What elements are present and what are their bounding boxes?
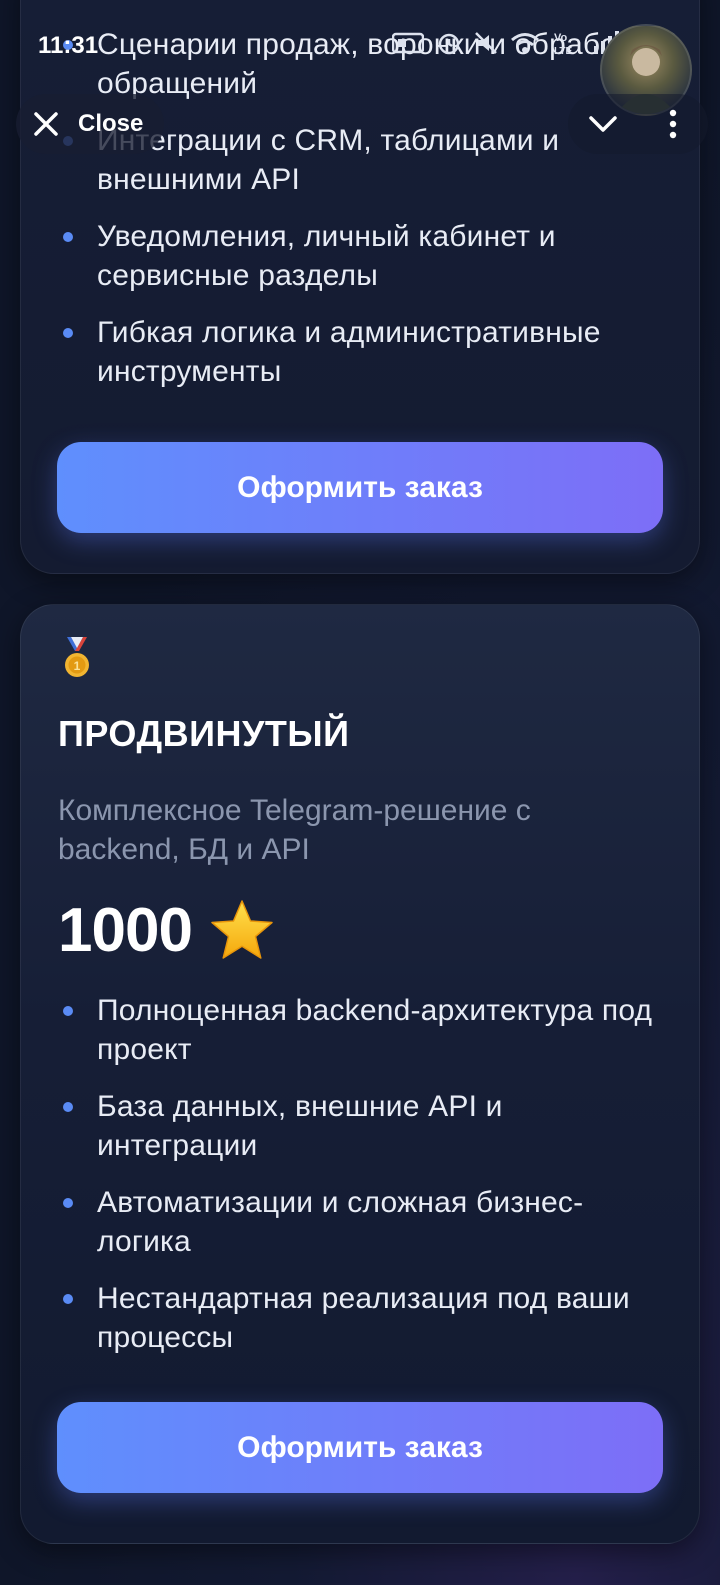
collapse-button[interactable] [581,102,625,146]
feature-item: Автоматизации и сложная бизнес-логика [57,1183,663,1261]
header-actions [568,94,708,154]
svg-text:Vo: Vo [554,32,568,44]
svg-text:LTE: LTE [554,46,572,56]
bullet-dot [63,232,73,242]
alarm-icon [438,33,460,55]
feature-list: Полноценная backend-архитектура под прое… [57,991,663,1375]
price-row: 1000 [58,895,276,966]
bullet-dot [63,1006,73,1016]
feature-text: Полноценная backend-архитектура под прое… [97,994,653,1066]
plan-title: ПРОДВИНУТЫЙ [58,713,350,754]
page: Сценарии продаж, воронки и обработка обр… [0,0,720,1585]
status-time: 11:31 [38,32,99,59]
order-button[interactable]: Оформить заказ [57,442,663,533]
feature-text: Нестандартная реализация под ваши процес… [97,1282,630,1354]
bullet-dot [63,328,73,338]
feature-text: Интеграции с CRM, таблицами и внешними A… [97,124,560,196]
price-value: 1000 [58,896,193,965]
bullet-dot [63,1198,73,1208]
more-vertical-icon [669,109,677,139]
plan-description: Комплексное Telegram-решение с backend, … [58,794,531,866]
feature-text: Уведомления, личный кабинет и сервисные … [97,220,556,292]
feature-item: Полноценная backend-архитектура под прое… [57,991,663,1069]
bullet-dot [63,1294,73,1304]
close-label: Close [78,110,144,137]
mute-icon [475,32,497,54]
feature-text: Автоматизации и сложная бизнес-логика [97,1186,584,1258]
star-icon [211,899,273,959]
volte-icon: Vo LTE [554,32,572,56]
bullet-dot [63,1102,73,1112]
chevron-down-icon [589,116,617,132]
wifi-icon [511,33,539,53]
close-button[interactable]: Close [16,94,164,154]
medal-icon: 1 [65,637,89,677]
feature-item: База данных, внешние API и интеграции [57,1087,663,1165]
feature-text: Гибкая логика и административные инструм… [97,316,601,388]
close-icon [34,112,58,136]
notification-icon [392,32,424,54]
svg-text:1: 1 [74,659,81,673]
order-button[interactable]: Оформить заказ [57,1402,663,1493]
plan-card-advanced: 1 ПРОДВИНУТЫЙ Комплексное Telegram-решен… [20,604,700,1544]
feature-item: Уведомления, личный кабинет и сервисные … [57,217,663,295]
feature-item: Гибкая логика и административные инструм… [57,313,663,391]
feature-item: Нестандартная реализация под ваши процес… [57,1279,663,1357]
more-button[interactable] [651,102,695,146]
feature-text: База данных, внешние API и интеграции [97,1090,503,1162]
